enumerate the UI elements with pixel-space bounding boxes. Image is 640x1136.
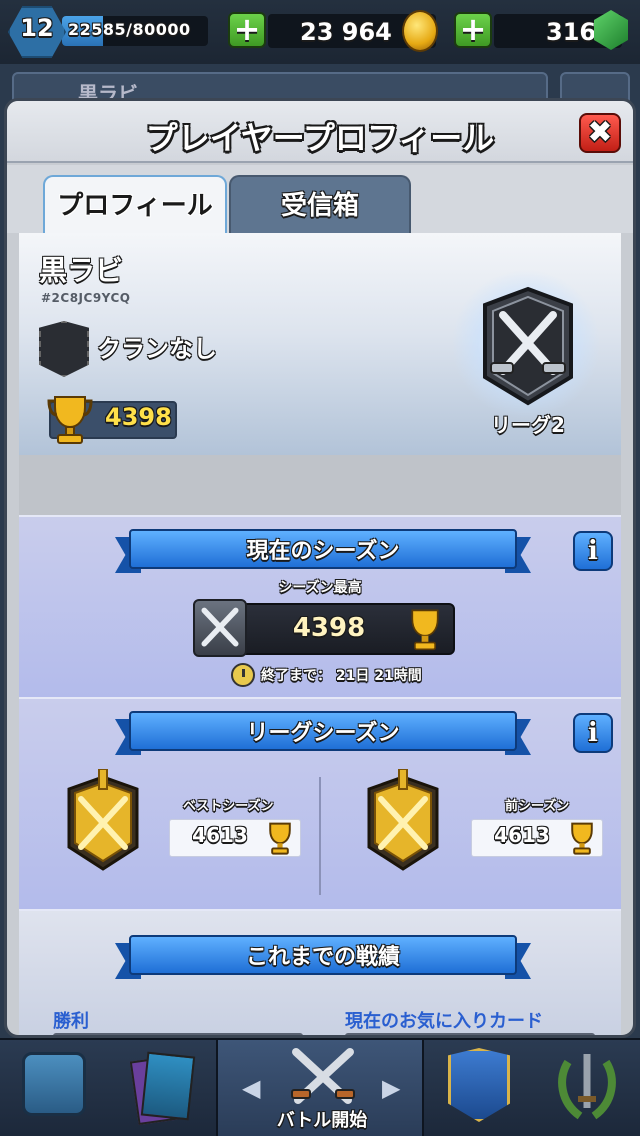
clan-shield-icon — [39, 321, 89, 377]
tab-inbox-label: 受信箱 — [280, 191, 359, 221]
level-number: 12 — [20, 14, 54, 42]
battle-label: バトル開始 — [276, 1110, 368, 1131]
modal-title: プレイヤープロフィール — [145, 119, 495, 157]
player-tag: #2C8JC9YCQ — [41, 291, 131, 305]
info-icon: i — [588, 536, 598, 566]
clan-icon — [448, 1048, 510, 1122]
season-divider — [319, 777, 321, 895]
best-season-label: ベストシーズン — [183, 799, 274, 814]
league-season-ribbon: リーグシーズン — [115, 711, 531, 757]
profile-panel: 黒ラビ #2C8JC9YCQ クランなし 4398 リーグ2 — [19, 233, 621, 455]
league-label: リーグ2 — [491, 413, 565, 437]
close-button[interactable]: ✖ — [579, 113, 621, 153]
trophy-icon — [47, 396, 93, 444]
season-best-label: シーズン最高 — [278, 580, 362, 596]
tournament-wreath-icon — [558, 1054, 616, 1120]
season-best-value: 4398 — [292, 613, 366, 643]
shop-chest-icon — [22, 1052, 86, 1116]
modal-header: プレイヤープロフィール ✖ — [7, 101, 633, 163]
nav-cards[interactable] — [108, 1040, 216, 1136]
season-ends-text: 終了まで： 21日 21時間 — [261, 668, 422, 684]
previous-season-value: 4613 — [494, 823, 550, 847]
info-icon: i — [588, 718, 598, 748]
player-profile-modal: プレイヤープロフィール ✖ プロフィール 受信箱 黒ラビ #2C8JC9YCQ … — [4, 98, 636, 1038]
gold-coin-icon — [402, 10, 438, 52]
nav-clan[interactable] — [424, 1040, 532, 1136]
league-season-title: リーグシーズン — [246, 721, 400, 746]
current-season-section: 現在のシーズン i シーズン最高 4398 終了まで： 21日 21時間 — [19, 515, 621, 697]
top-status-bar: 12 22585/80000 23 964 316 — [0, 0, 640, 64]
tab-profile[interactable]: プロフィール — [43, 175, 227, 235]
spacer — [19, 455, 621, 515]
arrow-right-icon[interactable]: ▶ — [382, 1074, 400, 1102]
season-trophy-icon — [411, 609, 439, 651]
favorite-card-label: 現在のお気に入りカード — [345, 1011, 543, 1032]
buy-gems-button[interactable] — [454, 10, 492, 48]
tab-inbox[interactable]: 受信箱 — [229, 175, 411, 235]
close-icon: ✖ — [587, 115, 613, 150]
nav-shop[interactable] — [0, 1040, 108, 1136]
clan-status: クランなし — [97, 335, 217, 363]
gem-amount: 316 — [546, 18, 597, 46]
records-ribbon: これまでの戦績 — [115, 935, 531, 981]
league-badge-icon[interactable] — [473, 285, 583, 407]
best-season-value: 4613 — [192, 823, 248, 847]
cards-icon — [129, 1050, 196, 1126]
gold-amount: 23 964 — [300, 18, 392, 46]
nav-battle[interactable]: ◀ ▶ バトル開始 — [216, 1040, 424, 1136]
current-season-ribbon: 現在のシーズン — [115, 529, 531, 575]
crossed-swords-icon — [201, 607, 239, 647]
timer-icon — [231, 663, 255, 687]
tab-bar: プロフィール 受信箱 — [7, 165, 633, 235]
tab-profile-label: プロフィール — [57, 191, 213, 221]
trophy-count: 4398 — [105, 403, 172, 431]
league-season-section: リーグシーズン i ベストシーズン 4613 前シーズン 4613 — [19, 697, 621, 909]
previous-season-badge-icon — [367, 769, 439, 871]
league-season-info-button[interactable]: i — [573, 713, 613, 753]
wins-label: 勝利 — [53, 1011, 89, 1032]
current-season-title: 現在のシーズン — [246, 539, 400, 564]
season-league-icon — [193, 599, 247, 657]
nav-tournaments[interactable] — [532, 1040, 640, 1136]
player-name: 黒ラビ — [39, 254, 124, 287]
best-season-badge-icon — [67, 769, 139, 871]
previous-season-trophy-icon — [571, 822, 593, 855]
arrow-left-icon[interactable]: ◀ — [242, 1074, 260, 1102]
best-season-trophy-icon — [269, 822, 291, 855]
battle-swords-icon — [291, 1048, 355, 1104]
bottom-navigation: ◀ ▶ バトル開始 — [0, 1038, 640, 1136]
xp-text: 22585/80000 — [68, 20, 191, 39]
records-section: これまでの戦績 勝利 現在のお気に入りカード — [19, 909, 621, 1035]
buy-gold-button[interactable] — [228, 10, 266, 48]
records-title: これまでの戦績 — [245, 945, 400, 970]
previous-season-label: 前シーズン — [505, 799, 570, 814]
current-season-info-button[interactable]: i — [573, 531, 613, 571]
